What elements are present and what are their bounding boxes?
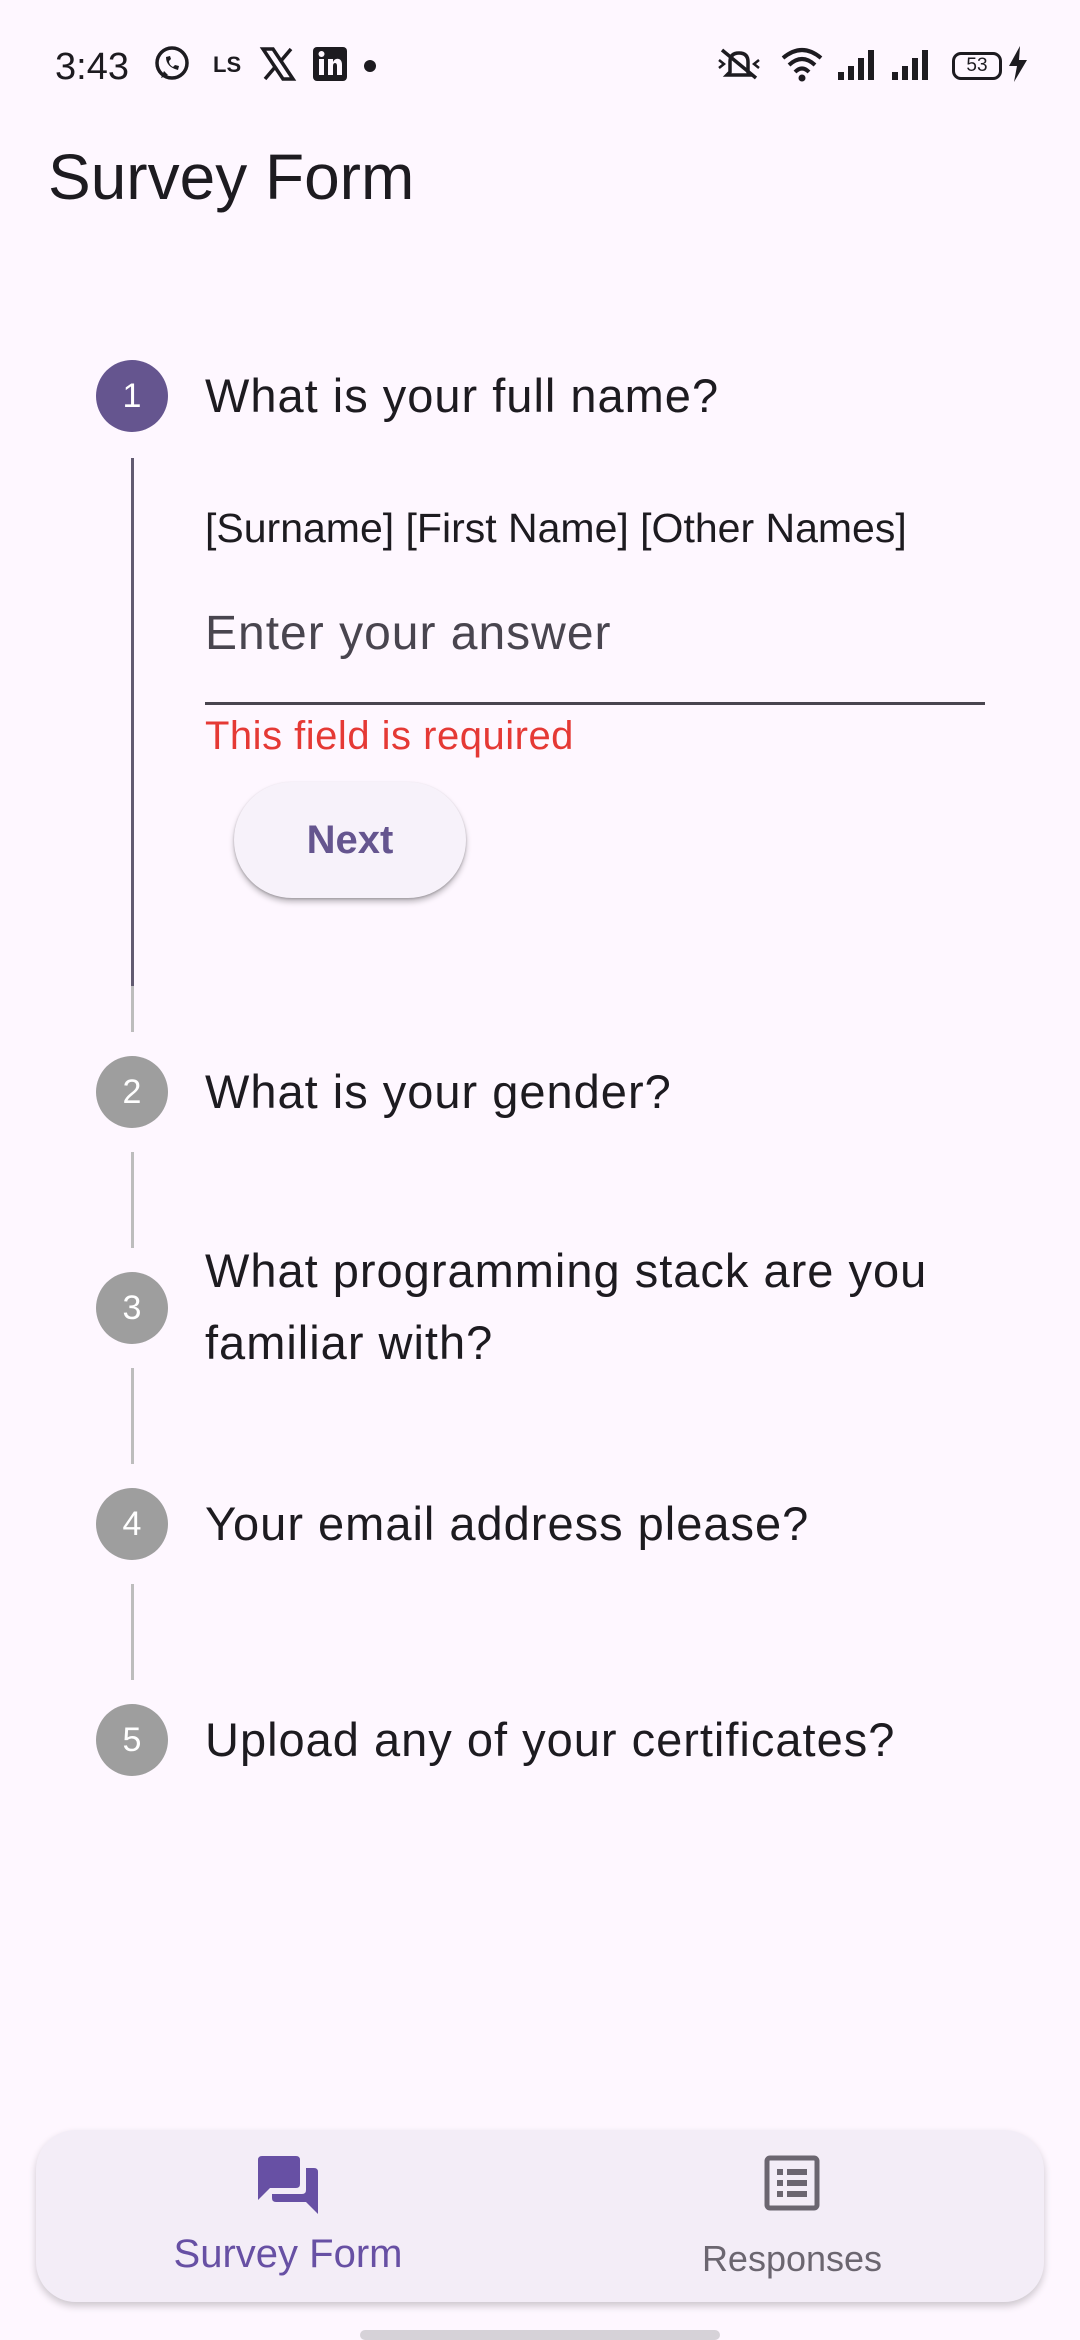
bottom-navigation-bar: Survey Form Responses bbox=[36, 2130, 1044, 2302]
wifi-icon bbox=[781, 48, 823, 82]
step-connector bbox=[131, 1584, 134, 1680]
linkedin-icon bbox=[313, 47, 347, 81]
step-1-title: What is your full name? bbox=[205, 369, 720, 422]
forum-icon bbox=[258, 2156, 318, 2214]
step-connector bbox=[131, 1152, 134, 1248]
mute-icon bbox=[718, 48, 760, 80]
step-3-number: 3 bbox=[96, 1272, 168, 1344]
step-5-number: 5 bbox=[96, 1704, 168, 1776]
step-4-title: Your email address please? bbox=[205, 1497, 810, 1550]
whatsapp-icon bbox=[155, 46, 189, 80]
status-bar: 3:43 LS 53 bbox=[0, 0, 1080, 130]
step-1-number: 1 bbox=[96, 360, 168, 432]
step-3-title-line1: What programming stack are you bbox=[205, 1244, 928, 1297]
step-connector bbox=[131, 458, 134, 986]
survey-form-screen: 3:43 LS 53 Survey Form 1 What is your fu… bbox=[0, 0, 1080, 2340]
charging-icon bbox=[1009, 46, 1027, 82]
nav-label-responses: Responses bbox=[701, 2238, 883, 2279]
step-connector bbox=[131, 986, 134, 1032]
step-2-number: 2 bbox=[96, 1056, 168, 1128]
step-3-title-line2: familiar with? bbox=[205, 1316, 494, 1369]
nav-item-responses[interactable]: Responses bbox=[540, 2130, 1044, 2302]
list-alt-icon bbox=[764, 2155, 820, 2211]
nav-item-survey-form[interactable]: Survey Form bbox=[36, 2130, 540, 2302]
home-indicator bbox=[360, 2330, 720, 2340]
x-icon bbox=[259, 47, 297, 81]
notification-dot bbox=[364, 60, 376, 72]
error-message: This field is required bbox=[205, 714, 574, 758]
step-2-title: What is your gender? bbox=[205, 1065, 672, 1118]
ls-icon: LS bbox=[213, 52, 241, 77]
nav-label-survey-form: Survey Form bbox=[173, 2232, 403, 2276]
step-5-title: Upload any of your certificates? bbox=[205, 1713, 896, 1766]
battery-icon: 53 bbox=[952, 52, 1002, 80]
signal-icon bbox=[838, 50, 874, 80]
step-connector bbox=[131, 1368, 134, 1464]
step-4-number: 4 bbox=[96, 1488, 168, 1560]
svg-text:LS: LS bbox=[213, 52, 241, 77]
status-time: 3:43 bbox=[55, 46, 129, 88]
full-name-input[interactable] bbox=[205, 600, 985, 705]
page-title: Survey Form bbox=[48, 141, 415, 213]
next-button[interactable]: Next bbox=[234, 782, 466, 898]
name-format-hint: [Surname] [First Name] [Other Names] bbox=[205, 505, 907, 551]
signal-icon bbox=[892, 50, 928, 80]
